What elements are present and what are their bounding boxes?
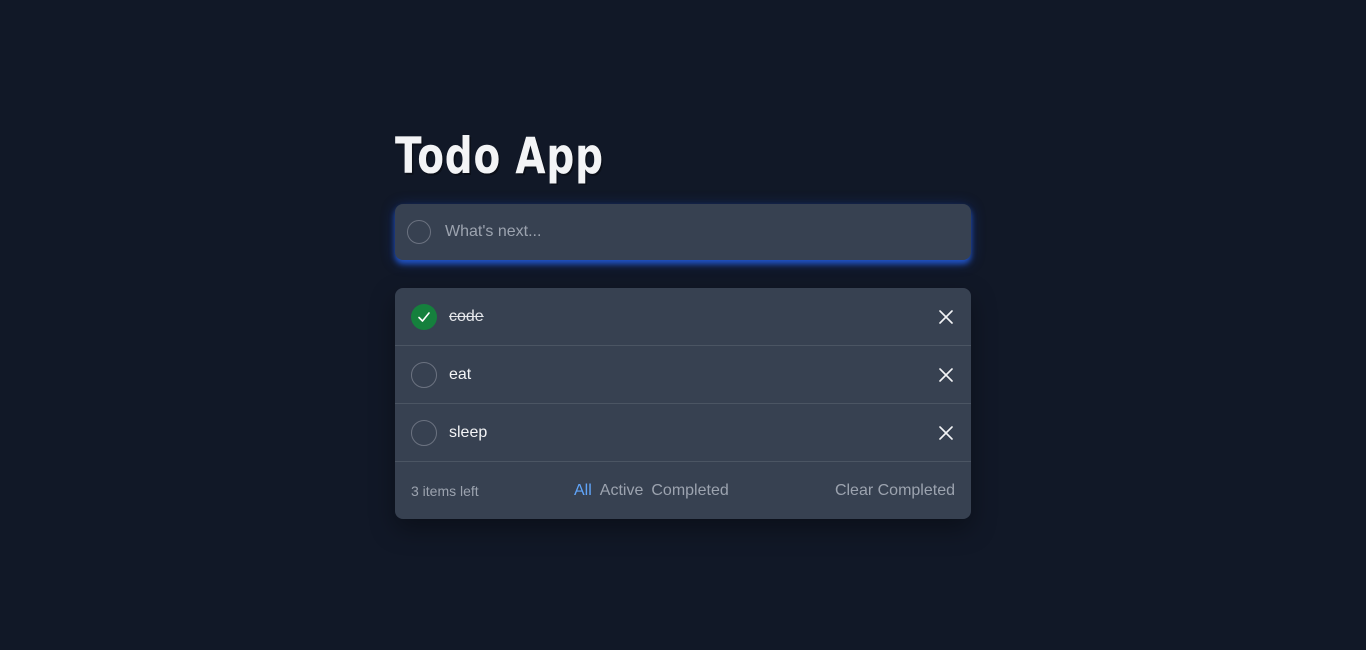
delete-todo-button[interactable] xyxy=(937,424,955,442)
filter-group: All Active Completed xyxy=(574,482,729,500)
todo-checkbox[interactable] xyxy=(411,361,437,388)
delete-todo-button[interactable] xyxy=(937,308,955,326)
filter-completed[interactable]: Completed xyxy=(651,482,728,500)
delete-todo-button[interactable] xyxy=(937,366,955,384)
clear-completed-button[interactable]: Clear Completed xyxy=(835,482,955,500)
filter-active[interactable]: Active xyxy=(600,482,644,500)
new-todo-input[interactable] xyxy=(443,222,959,242)
todo-item: code xyxy=(395,288,971,346)
close-icon xyxy=(939,309,953,324)
close-icon xyxy=(939,425,953,440)
check-icon xyxy=(418,311,430,322)
items-left-count: 3 items left xyxy=(411,482,479,499)
todo-checkbox-checked[interactable] xyxy=(411,303,437,330)
todo-label: eat xyxy=(449,365,472,383)
page-title: Todo App xyxy=(395,127,604,185)
todo-checkbox[interactable] xyxy=(411,419,437,446)
filter-all[interactable]: All xyxy=(574,482,592,500)
todo-item: sleep xyxy=(395,404,971,462)
todo-list: code eat sleep 3 items left All Active C… xyxy=(395,288,971,519)
new-todo-toggle-icon[interactable] xyxy=(407,220,431,244)
todo-item: eat xyxy=(395,346,971,404)
new-todo-bar xyxy=(395,204,971,260)
todo-footer: 3 items left All Active Completed Clear … xyxy=(395,462,971,519)
todo-label: sleep xyxy=(449,423,488,441)
close-icon xyxy=(939,367,953,382)
todo-label: code xyxy=(449,307,484,325)
todo-app: Todo App code eat xyxy=(395,126,971,519)
